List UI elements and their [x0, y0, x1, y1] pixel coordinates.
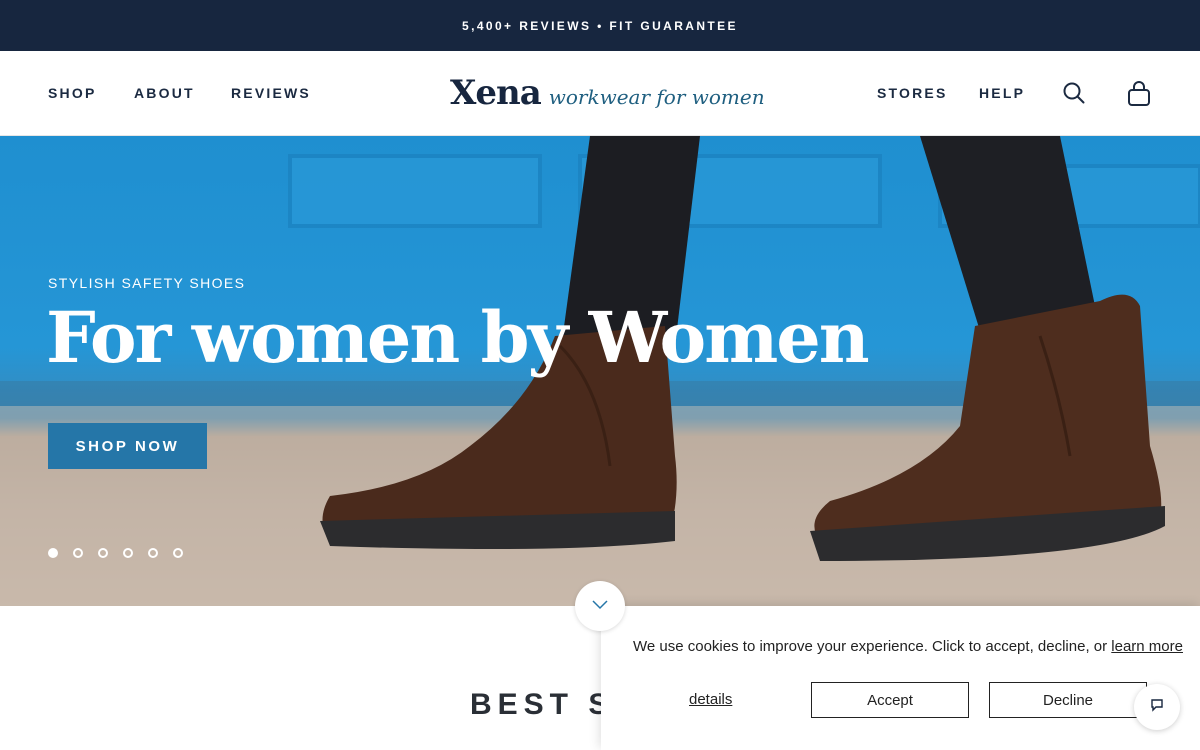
nav-about[interactable]: ABOUT — [134, 85, 195, 101]
hero-kicker: STYLISH SAFETY SHOES — [48, 275, 246, 291]
hero-banner: STYLISH SAFETY SHOES For women by Women … — [0, 136, 1200, 606]
chevron-down-icon — [591, 597, 609, 615]
slider-dot[interactable] — [123, 548, 133, 558]
nav-help[interactable]: HELP — [979, 85, 1025, 101]
chat-button[interactable] — [1134, 684, 1180, 730]
decline-button[interactable]: Decline — [989, 682, 1147, 718]
chat-bubble-icon — [1150, 698, 1164, 717]
nav-shop[interactable]: SHOP — [48, 85, 96, 101]
announcement-text: 5,400+ REVIEWS • FIT GUARANTEE — [462, 18, 738, 33]
announcement-bar: 5,400+ REVIEWS • FIT GUARANTEE — [0, 0, 1200, 51]
slider-dot[interactable] — [173, 548, 183, 558]
accept-button[interactable]: Accept — [811, 682, 969, 718]
logo-tagline: workwear for women — [548, 85, 765, 109]
cookie-message-text: We use cookies to improve your experienc… — [633, 638, 1112, 655]
cookie-message: We use cookies to improve your experienc… — [633, 638, 1183, 655]
nav-reviews[interactable]: REVIEWS — [231, 85, 311, 101]
slider-dot[interactable] — [148, 548, 158, 558]
shopping-bag-icon[interactable] — [1127, 81, 1153, 107]
nav-stores[interactable]: STORES — [877, 85, 948, 101]
brand-logo[interactable]: Xena workwear for women — [450, 73, 765, 117]
logo-wordmark: Xena — [450, 73, 542, 113]
slider-dot[interactable] — [73, 548, 83, 558]
slider-dot[interactable] — [98, 548, 108, 558]
learn-more-link[interactable]: learn more — [1111, 638, 1183, 655]
slider-dot[interactable] — [48, 548, 58, 558]
cookie-details-link[interactable]: details — [689, 691, 732, 708]
cookie-banner: We use cookies to improve your experienc… — [601, 606, 1200, 750]
hero-title: For women by Women — [46, 296, 870, 379]
site-header: SHOP ABOUT REVIEWS Xena workwear for wom… — [0, 51, 1200, 136]
shop-now-button[interactable]: SHOP NOW — [48, 423, 207, 469]
search-icon[interactable] — [1062, 81, 1088, 107]
slider-dots — [48, 548, 183, 558]
scroll-down-button[interactable] — [575, 581, 625, 631]
